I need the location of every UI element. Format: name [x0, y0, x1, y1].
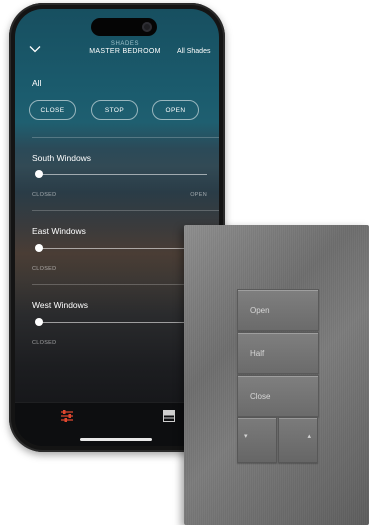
keypad-close-button[interactable]: Close	[237, 375, 319, 417]
shade-name-east: East Windows	[32, 226, 86, 236]
divider	[32, 210, 219, 211]
slider-knob-south[interactable]	[35, 170, 43, 178]
closed-label-west: CLOSED	[32, 340, 57, 346]
raise-arrow-icon: ▴	[307, 433, 311, 440]
shade-slider-east[interactable]	[36, 248, 207, 249]
camera-icon	[142, 22, 152, 32]
closed-label-east: CLOSED	[32, 266, 57, 272]
slider-knob-west[interactable]	[35, 318, 43, 326]
header-subtitle: SHADES	[110, 41, 140, 47]
divider	[32, 137, 219, 138]
shade-name-west: West Windows	[32, 300, 89, 310]
open-all-button[interactable]: OPEN	[152, 100, 199, 120]
keypad-open-button[interactable]: Open	[237, 289, 319, 331]
all-shades-link[interactable]: All Shades	[177, 48, 210, 55]
stop-all-button[interactable]: STOP	[91, 100, 138, 120]
wall-keypad: Open Half Close ▾ ▴	[184, 225, 369, 525]
lower-arrow-icon: ▾	[244, 433, 248, 440]
page-title: MASTER BEDROOM	[89, 48, 161, 55]
shade-slider-west[interactable]	[36, 322, 207, 323]
keypad-open-label: Open	[250, 306, 270, 315]
sliders-icon[interactable]	[60, 410, 74, 422]
all-group-label: All	[32, 78, 42, 88]
slider-knob-east[interactable]	[35, 244, 43, 252]
shade-name-south: South Windows	[32, 153, 92, 163]
close-all-button[interactable]: CLOSE	[29, 100, 76, 120]
open-label-south: OPEN	[190, 192, 207, 198]
keypad-lower-button[interactable]: ▾	[237, 417, 277, 463]
shade-slider-south[interactable]	[36, 174, 207, 175]
keypad-half-label: Half	[250, 349, 265, 358]
shade-icon[interactable]	[163, 410, 175, 422]
keypad-close-label: Close	[250, 392, 271, 401]
dynamic-island	[91, 18, 157, 36]
closed-label-south: CLOSED	[32, 192, 57, 198]
keypad-half-button[interactable]: Half	[237, 332, 319, 374]
chevron-down-icon[interactable]	[29, 45, 41, 53]
keypad-raise-button[interactable]: ▴	[278, 417, 318, 463]
home-indicator	[80, 438, 152, 441]
